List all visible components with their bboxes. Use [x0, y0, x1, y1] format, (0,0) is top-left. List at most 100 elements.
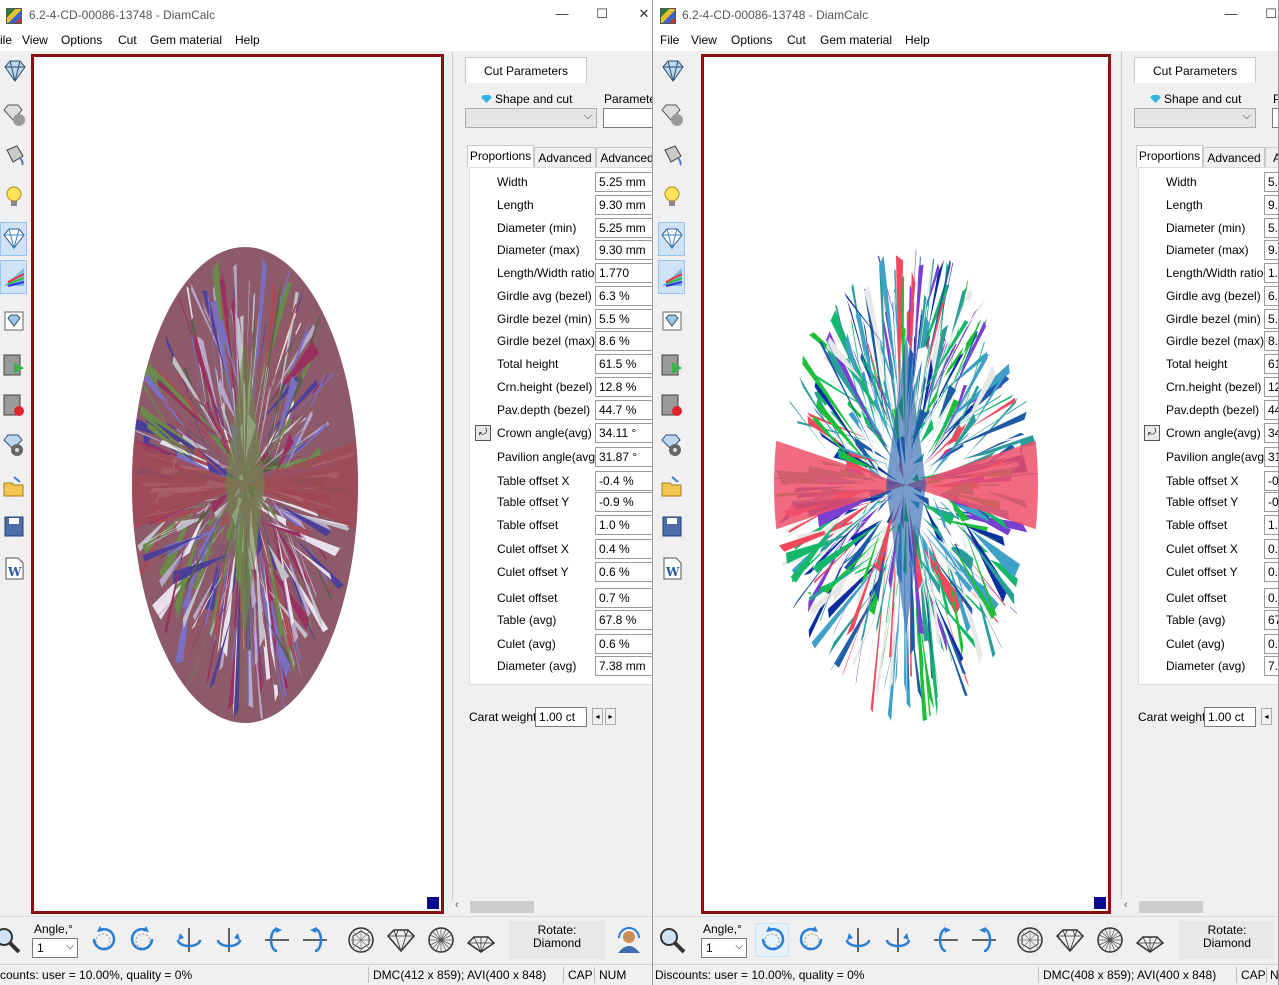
parameters-input[interactable]: [1272, 108, 1278, 128]
rotate-ccw-icon[interactable]: [755, 923, 789, 957]
spectrum-icon[interactable]: [0, 260, 27, 294]
carat-weight-input[interactable]: 1.00 ct: [1204, 707, 1256, 727]
tab-advanced-2[interactable]: Advanced: [596, 147, 652, 168]
rotate-mode-box[interactable]: Rotate: Diamond: [509, 921, 605, 959]
rotate-ccw-icon[interactable]: [86, 923, 120, 957]
menu-file[interactable]: File: [660, 33, 679, 47]
param-value-input[interactable]: 61.5 %: [595, 354, 652, 374]
tilt-left-icon[interactable]: [260, 923, 294, 957]
param-value-input[interactable]: 12.8 %: [595, 377, 652, 397]
diamond-sphere-icon[interactable]: [0, 98, 27, 132]
tab-advanced-2[interactable]: Ac: [1265, 147, 1278, 168]
movie-record-icon[interactable]: [0, 388, 27, 422]
tab-proportions[interactable]: Proportions: [467, 145, 534, 168]
menu-gem-material[interactable]: Gem material: [150, 33, 222, 47]
paint-bucket-icon[interactable]: [658, 138, 685, 172]
tilt-right-icon[interactable]: [967, 923, 1001, 957]
param-value-input[interactable]: 0.6: [1264, 562, 1278, 582]
param-value-input[interactable]: 5.5 %: [595, 309, 652, 329]
diamond-viewport[interactable]: [701, 54, 1111, 914]
diamond-viewport[interactable]: [31, 54, 444, 914]
menu-view[interactable]: View: [691, 33, 717, 47]
tab-proportions[interactable]: Proportions: [1136, 145, 1203, 168]
word-document-icon[interactable]: W: [658, 552, 685, 586]
profile-view-icon[interactable]: [464, 923, 498, 957]
crown-angle-lock-icon[interactable]: ⤾: [475, 425, 491, 441]
param-value-input[interactable]: -0.: [1264, 492, 1278, 512]
movie-play-icon[interactable]: [658, 348, 685, 382]
maximize-button[interactable]: ☐: [592, 6, 612, 24]
film-reel-icon[interactable]: [658, 428, 685, 462]
angle-select[interactable]: 1 ⌵: [32, 938, 78, 958]
param-value-input[interactable]: 34: [1264, 423, 1278, 443]
param-value-input[interactable]: 0.7 %: [595, 588, 652, 608]
carat-weight-input[interactable]: 1.00 ct: [535, 707, 587, 727]
scroll-left-arrow[interactable]: ‹: [455, 899, 459, 911]
param-value-input[interactable]: 9.30 mm: [595, 195, 652, 215]
user-rotate-icon[interactable]: [612, 923, 646, 957]
zoom-icon[interactable]: [0, 923, 24, 957]
open-folder-icon[interactable]: [658, 470, 685, 504]
bottom-view-icon[interactable]: [1093, 923, 1127, 957]
param-value-input[interactable]: 61: [1264, 354, 1278, 374]
minimize-button[interactable]: —: [1221, 6, 1241, 24]
menu-file[interactable]: ile: [0, 33, 12, 47]
param-value-input[interactable]: 9.30 mm: [595, 240, 652, 260]
spectrum-icon[interactable]: [658, 260, 685, 294]
diamond-sphere-icon[interactable]: [658, 98, 685, 132]
tilt-right-icon[interactable]: [298, 923, 332, 957]
menu-cut[interactable]: Cut: [118, 33, 137, 47]
menu-view[interactable]: View: [22, 33, 48, 47]
param-value-input[interactable]: 8.6: [1264, 331, 1278, 351]
menu-options[interactable]: Options: [61, 33, 102, 47]
parameters-input[interactable]: [603, 108, 652, 128]
param-value-input[interactable]: 67.8 %: [595, 610, 652, 630]
tab-cut-parameters[interactable]: Cut Parameters: [465, 57, 587, 83]
top-view-icon[interactable]: [1013, 923, 1047, 957]
param-value-input[interactable]: -0.4 %: [595, 471, 652, 491]
param-value-input[interactable]: -0.: [1264, 471, 1278, 491]
movie-record-icon[interactable]: [658, 388, 685, 422]
profile-view-icon[interactable]: [1133, 923, 1167, 957]
menu-cut[interactable]: Cut: [787, 33, 806, 47]
param-value-input[interactable]: 5.2: [1264, 172, 1278, 192]
param-value-input[interactable]: 7.3: [1264, 656, 1278, 676]
bottom-view-icon[interactable]: [424, 923, 458, 957]
tab-advanced[interactable]: Advanced: [1203, 147, 1265, 168]
param-value-input[interactable]: 31: [1264, 447, 1278, 467]
param-value-input[interactable]: 44.7 %: [595, 400, 652, 420]
menu-gem-material[interactable]: Gem material: [820, 33, 892, 47]
param-value-input[interactable]: 8.6 %: [595, 331, 652, 351]
param-value-input[interactable]: 0.4 %: [595, 539, 652, 559]
param-value-input[interactable]: 34.11 °: [595, 423, 652, 443]
param-value-input[interactable]: 31.87 °: [595, 447, 652, 467]
tab-advanced[interactable]: Advanced: [534, 147, 596, 168]
param-value-input[interactable]: 5.2: [1264, 218, 1278, 238]
scroll-thumb[interactable]: [1139, 901, 1203, 913]
zoom-icon[interactable]: [655, 923, 689, 957]
shape-select[interactable]: ⌵: [1134, 108, 1256, 128]
word-document-icon[interactable]: W: [0, 552, 27, 586]
param-value-input[interactable]: 0.4: [1264, 539, 1278, 559]
menu-help[interactable]: Help: [235, 33, 260, 47]
flip-horizontal-icon[interactable]: [841, 923, 875, 957]
flip-horizontal-2-icon[interactable]: [212, 923, 246, 957]
param-value-input[interactable]: 6.3 %: [595, 286, 652, 306]
param-value-input[interactable]: 5.25 mm: [595, 218, 652, 238]
paint-bucket-icon[interactable]: [0, 138, 27, 172]
save-disk-icon[interactable]: [658, 510, 685, 544]
top-view-icon[interactable]: [344, 923, 378, 957]
diamond-picture-icon[interactable]: [658, 304, 685, 338]
light-bulb-icon[interactable]: [0, 180, 27, 214]
param-value-input[interactable]: 0.6 %: [595, 562, 652, 582]
close-button[interactable]: ✕: [634, 6, 652, 24]
angle-select[interactable]: 1 ⌵: [701, 938, 747, 958]
param-value-input[interactable]: 9.3: [1264, 240, 1278, 260]
param-value-input[interactable]: 44: [1264, 400, 1278, 420]
tab-cut-parameters[interactable]: Cut Parameters: [1134, 57, 1256, 83]
diamond-view-icon[interactable]: [658, 54, 685, 88]
minimize-button[interactable]: —: [552, 6, 572, 24]
param-value-input[interactable]: 12: [1264, 377, 1278, 397]
light-bulb-icon[interactable]: [658, 180, 685, 214]
param-value-input[interactable]: 7.38 mm: [595, 656, 652, 676]
